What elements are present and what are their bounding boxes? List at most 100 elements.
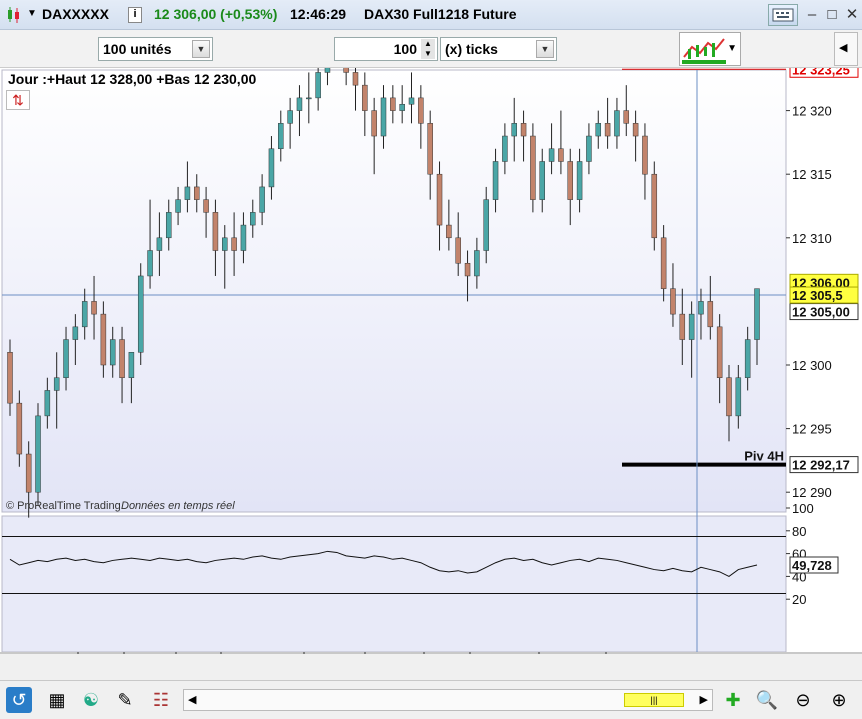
osc-tick-label: 80 (792, 524, 806, 539)
table-icon[interactable]: ☷ (148, 687, 174, 713)
candle (520, 123, 527, 137)
candle (586, 135, 592, 162)
candle (72, 326, 79, 340)
chart-area[interactable]: 12 33512 33012 32512 32012 31512 31012 3… (0, 68, 862, 680)
candle (390, 97, 396, 111)
ticks-stepper[interactable]: 100 ▲ ▼ (334, 37, 438, 61)
candle (427, 123, 433, 175)
candle-icon (6, 6, 22, 24)
candle (91, 301, 97, 315)
stepper-up-icon[interactable]: ▲ (421, 39, 435, 49)
ticks-unit-select[interactable]: (x) ticks ▼ (440, 37, 557, 61)
level-value: 12 292,17 (792, 458, 850, 473)
quantity-value: 100 unités (103, 41, 172, 57)
scroll-thumb[interactable]: ||| (624, 693, 684, 707)
candle (7, 352, 13, 404)
candle (109, 339, 116, 366)
title-bar: ▼ DAXXXXX i 12 306,00 (+0,53%) 12:46:29 … (0, 0, 862, 30)
candle (483, 199, 489, 251)
chevron-down-icon[interactable]: ▼ (727, 43, 737, 54)
symbol-dropdown-icon[interactable]: ▼ (27, 8, 37, 19)
quantity-select[interactable]: 100 unités ▼ (98, 37, 213, 61)
clock-time: 12:46:29 (290, 6, 347, 22)
candle (688, 313, 695, 340)
candle (754, 288, 760, 340)
candle (744, 339, 751, 378)
candle (165, 212, 172, 239)
symbol-name[interactable]: DAXXXXX (42, 6, 109, 22)
stepper-down-icon[interactable]: ▼ (421, 49, 435, 59)
candle (16, 402, 23, 455)
candle (128, 352, 135, 378)
close-icon[interactable]: ✕ (840, 4, 862, 26)
price-panel (1, 69, 787, 513)
chart-header: Jour :+Haut 12 328,00 +Bas 12 230,00 (8, 71, 257, 87)
y-tick-label: 12 320 (792, 104, 832, 119)
candle (296, 97, 303, 111)
order-toolbar: 100 unités ▼ 100 ▲ ▼ (x) ticks ▼ ▼ ◀ (0, 30, 862, 68)
candle (464, 262, 471, 277)
chevron-left-icon[interactable]: ◀ (839, 41, 847, 54)
candle (156, 237, 163, 251)
candle (287, 110, 293, 124)
horizontal-scrollbar[interactable]: ◀ ||| ▶ (183, 689, 713, 711)
notes-icon[interactable]: ✎ (112, 687, 138, 713)
candle (502, 135, 508, 162)
info-icon[interactable]: i (128, 7, 142, 23)
y-tick-label: 12 295 (792, 422, 832, 437)
zoom-in-icon[interactable]: ⊕ (826, 687, 852, 713)
refresh-icon[interactable]: ⇅ (6, 90, 30, 110)
candle (408, 97, 415, 105)
candle (511, 123, 517, 137)
scroll-left-icon[interactable]: ◀ (188, 693, 196, 706)
candle (726, 377, 732, 417)
candle (147, 250, 153, 277)
candle (250, 212, 256, 226)
candle (380, 97, 387, 137)
candle (100, 313, 107, 366)
candle (81, 301, 88, 328)
scroll-right-icon[interactable]: ▶ (700, 693, 708, 706)
candle (278, 123, 284, 150)
candle (660, 237, 667, 289)
candle (698, 301, 704, 315)
watermark-note: Données en temps réel (121, 500, 235, 512)
chart-style-icon (682, 38, 726, 64)
zoom-auto-icon[interactable]: 🔍 (754, 687, 780, 713)
watermark-brand: © ProRealTime Trading (6, 500, 121, 512)
indicator-icon[interactable]: ☯ (78, 687, 104, 713)
crosshair-icon[interactable]: ✚ (720, 687, 746, 713)
candle (576, 161, 583, 200)
chevron-down-icon[interactable]: ▼ (536, 40, 554, 58)
ticks-unit-label: (x) ticks (445, 41, 498, 57)
candle (446, 224, 452, 239)
candle (399, 103, 405, 111)
candle (707, 301, 714, 328)
chart-style-button[interactable]: ▼ (679, 32, 741, 66)
level-value: 12 323,25 (792, 68, 850, 77)
candle (362, 84, 368, 111)
candle (436, 173, 443, 226)
candle (194, 186, 200, 200)
price-change: 12 306,00 (+0,53%) (154, 6, 278, 22)
chevron-down-icon[interactable]: ▼ (192, 40, 210, 58)
candle (259, 186, 265, 213)
share-icon[interactable]: ↺ (6, 687, 32, 713)
layout-icon[interactable]: ▦ (44, 687, 70, 713)
candle (632, 123, 639, 137)
candle (343, 68, 349, 73)
panel-divider (0, 652, 862, 654)
zoom-out-icon[interactable]: ⊖ (790, 687, 816, 713)
candle (324, 68, 331, 73)
candle (492, 161, 499, 200)
keyboard-icon[interactable] (768, 4, 798, 26)
toolbar-scrollbar[interactable]: ◀ (834, 32, 858, 66)
candle (418, 97, 424, 124)
bottom-toolbar: ↺ ▦ ☯ ✎ ☷ ◀ ||| ▶ ✚ 🔍 ⊖ ⊕ (0, 680, 862, 719)
candle (268, 148, 275, 188)
candle (716, 326, 723, 378)
price-chart[interactable]: 12 33512 33012 32512 32012 31512 31012 3… (0, 68, 862, 654)
osc-value: 49,728 (792, 558, 832, 573)
candle (35, 415, 41, 493)
candle (642, 135, 648, 175)
